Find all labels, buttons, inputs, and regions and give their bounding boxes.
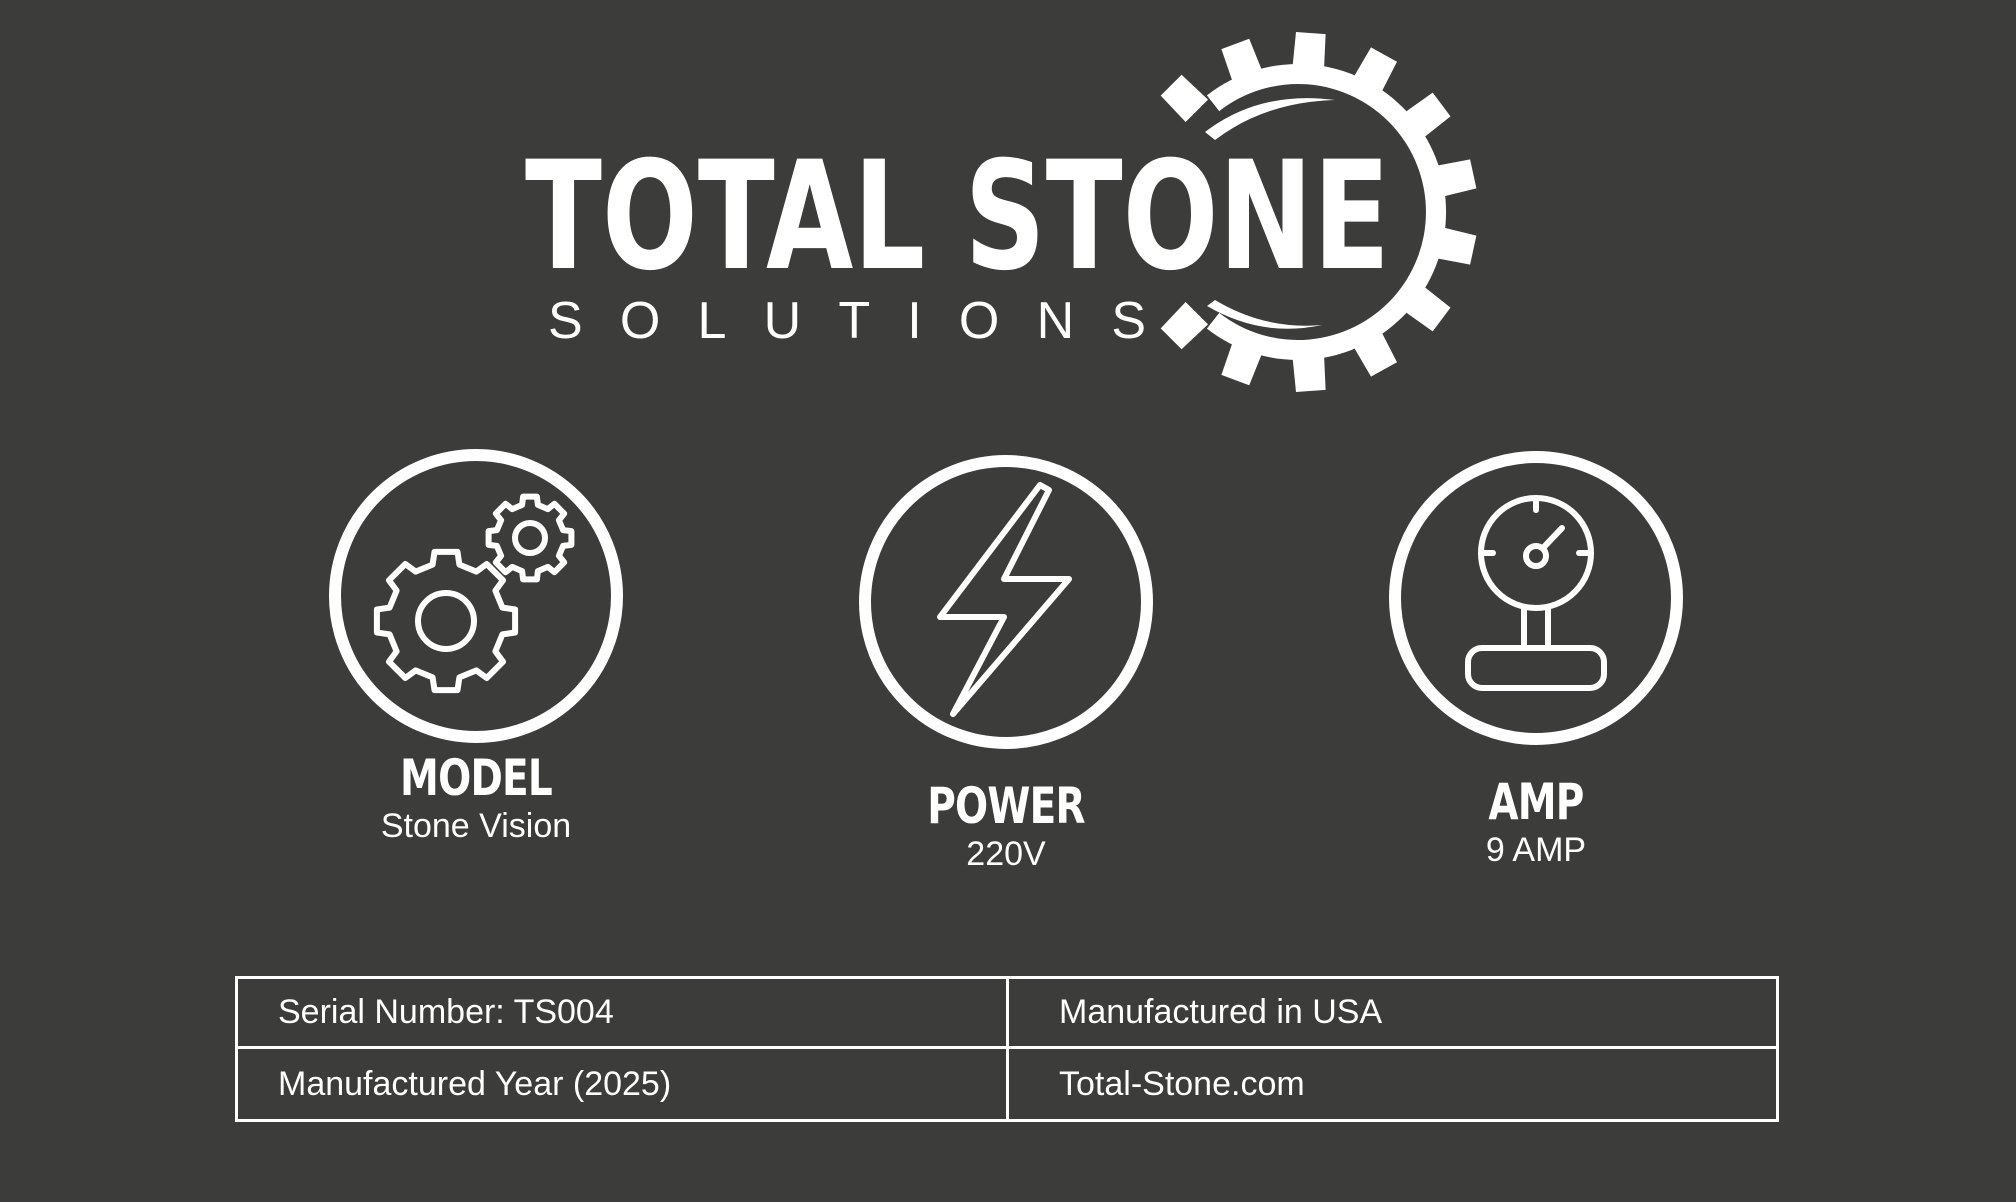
spec-power: POWER 220V <box>826 452 1186 874</box>
gears-icon <box>329 449 623 743</box>
lightning-bolt-icon <box>859 455 1153 749</box>
spec-value: 9 AMP <box>1485 831 1587 869</box>
brand-subtitle: SOLUTIONS <box>548 292 1146 350</box>
small-gear <box>485 493 575 583</box>
brand-name: TOTAL STONE <box>525 130 1390 304</box>
spec-title: POWER <box>927 777 1085 835</box>
serial-number-cell: Serial Number: TS004 <box>238 979 1009 1049</box>
spec-title: AMP <box>1488 773 1584 831</box>
info-table: Serial Number: TS004 Manufactured in USA… <box>235 976 1779 1122</box>
brand-logo: TOTAL STONE SOLUTIONS <box>0 0 2016 420</box>
large-gear-hub <box>415 590 477 652</box>
spec-value: Stone Vision <box>380 807 572 845</box>
spec-amp: AMP 9 AMP <box>1356 448 1716 870</box>
gear-tooth <box>1160 74 1208 122</box>
small-gear-hub <box>512 520 548 556</box>
website-cell: Total-Stone.com <box>1059 1064 1305 1103</box>
origin-cell: Manufactured in USA <box>1009 979 1776 1049</box>
pressure-gauge-icon <box>1389 451 1683 745</box>
gear-tooth <box>1160 302 1208 350</box>
spec-model: MODEL Stone Vision <box>296 446 656 846</box>
manufactured-year-cell: Manufactured Year (2025) <box>238 1049 1009 1119</box>
large-gear <box>373 548 519 694</box>
spec-value: 220V <box>966 835 1046 873</box>
spec-title: MODEL <box>400 749 553 807</box>
